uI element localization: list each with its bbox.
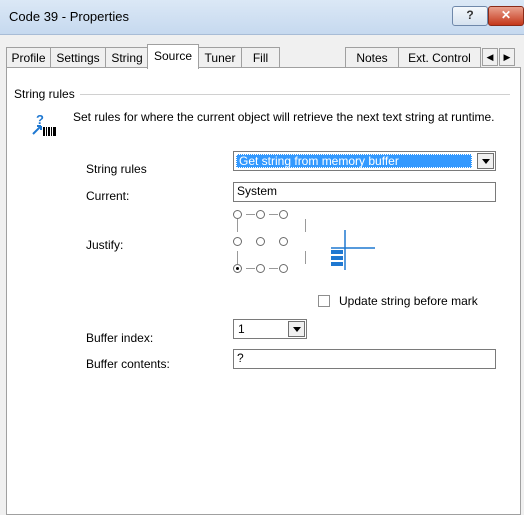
justify-bottom-left-radio[interactable] — [233, 264, 242, 273]
window-title: Code 39 - Properties — [9, 9, 129, 24]
buffer-index-label: Buffer index: — [86, 331, 154, 345]
string-rules-selected-value: Get string from memory buffer — [236, 154, 472, 168]
justify-preview-icon — [331, 230, 375, 270]
justify-bottom-center-radio[interactable] — [256, 264, 265, 273]
help-button[interactable]: ? — [452, 6, 488, 26]
tab-strip: Profile Settings String Source Tuner Fil… — [6, 44, 521, 69]
grid-line — [246, 214, 255, 215]
chevron-down-icon[interactable] — [477, 153, 494, 169]
source-tab-panel — [6, 67, 521, 515]
svg-text:?: ? — [36, 112, 44, 127]
grid-line — [305, 251, 306, 264]
justify-top-right-radio[interactable] — [279, 210, 288, 219]
justify-middle-right-radio[interactable] — [279, 237, 288, 246]
tab-label: Tuner — [204, 51, 236, 65]
tab-label: String — [111, 51, 143, 65]
string-rules-dropdown[interactable]: Get string from memory buffer — [233, 151, 496, 171]
update-string-label: Update string before mark — [339, 294, 478, 308]
update-string-checkbox[interactable] — [318, 295, 330, 307]
tab-scroll-left-button[interactable]: ◀ — [482, 48, 498, 66]
justify-radio-grid — [233, 182, 313, 278]
close-icon: ✕ — [500, 8, 512, 22]
justify-top-center-radio[interactable] — [256, 210, 265, 219]
tab-ext-control[interactable]: Ext. Control — [398, 47, 481, 67]
tab-source[interactable]: Source — [147, 44, 199, 69]
group-divider — [80, 94, 510, 95]
justify-label: Justify: — [86, 238, 124, 252]
grid-line — [269, 214, 278, 215]
justify-middle-center-radio[interactable] — [256, 237, 265, 246]
tab-settings[interactable]: Settings — [50, 47, 106, 67]
help-icon: ? — [466, 8, 474, 22]
justify-bottom-right-radio[interactable] — [279, 264, 288, 273]
chevron-down-icon[interactable] — [288, 321, 305, 337]
tab-notes[interactable]: Notes — [345, 47, 399, 67]
tab-profile[interactable]: Profile — [6, 47, 51, 67]
properties-window: Code 39 - Properties ? ✕ Profile Setting… — [0, 0, 524, 515]
tab-tuner[interactable]: Tuner — [198, 47, 242, 67]
justify-top-left-radio[interactable] — [233, 210, 242, 219]
grid-line — [305, 219, 306, 232]
buffer-index-dropdown[interactable]: 1 — [233, 319, 307, 339]
title-bar: Code 39 - Properties ? ✕ — [0, 0, 524, 35]
grid-line — [237, 251, 238, 264]
tab-label: Fill — [252, 51, 269, 65]
buffer-contents-field[interactable]: ? — [233, 349, 496, 369]
tab-label: Settings — [56, 51, 100, 65]
group-description: Set rules for where the current object w… — [73, 110, 495, 124]
buffer-contents-label: Buffer contents: — [86, 357, 170, 371]
group-title: String rules — [14, 87, 78, 101]
tab-fill[interactable]: Fill — [241, 47, 280, 67]
grid-line — [246, 268, 255, 269]
tab-string[interactable]: String — [105, 47, 149, 67]
justify-middle-left-radio[interactable] — [233, 237, 242, 246]
tab-label: Profile — [11, 51, 46, 65]
string-rules-barcode-icon: ? — [32, 112, 56, 136]
string-rules-label: String rules — [86, 162, 147, 176]
grid-line — [269, 268, 278, 269]
buffer-index-value: 1 — [238, 322, 245, 336]
current-label: Current: — [86, 189, 130, 203]
tab-label: Ext. Control — [408, 51, 471, 65]
tab-label: Source — [153, 49, 193, 63]
close-button[interactable]: ✕ — [488, 6, 524, 26]
tab-label: Notes — [356, 51, 388, 65]
tab-scroll-right-button[interactable]: ▶ — [499, 48, 515, 66]
grid-line — [237, 219, 238, 232]
